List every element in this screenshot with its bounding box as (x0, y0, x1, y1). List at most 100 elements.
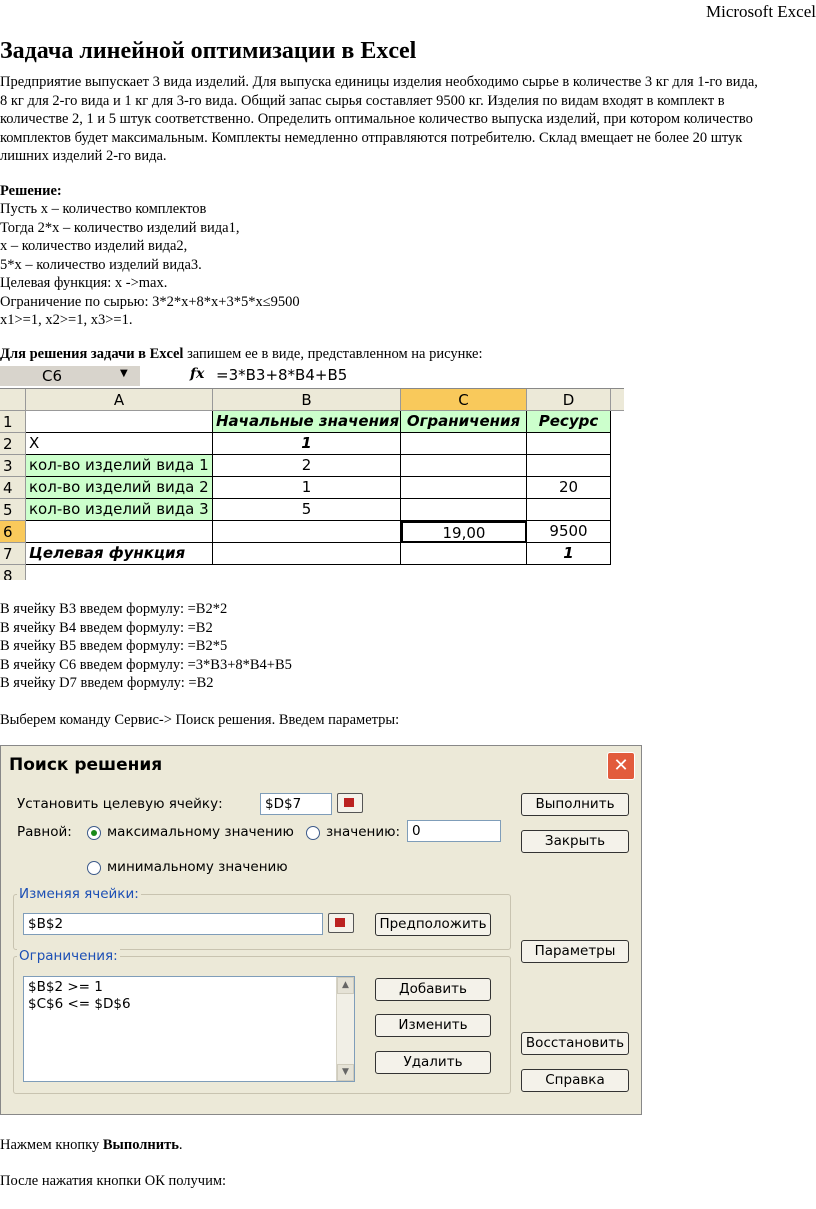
row-header[interactable]: 8 (0, 565, 26, 580)
formula-note: В ячейку B4 введем формулу: =B2 (0, 619, 213, 636)
page-header: Microsoft Excel (706, 2, 816, 21)
solution-line: x1>=1, x2>=1, x3>=1. (0, 312, 133, 328)
cell-b1[interactable]: Начальные значения (213, 411, 401, 433)
solution-heading: Решение: (0, 183, 62, 199)
cell-a2[interactable]: X (26, 433, 213, 455)
cell-c2[interactable] (401, 433, 527, 455)
press-note: Нажмем кнопку Выполнить. (0, 1137, 183, 1153)
radio-max-label[interactable]: максимальному значению (107, 824, 294, 840)
intro-line: лишних изделий 2-го вида. (0, 148, 167, 164)
cell-a1[interactable] (26, 411, 213, 433)
constraints-label: Ограничения: (17, 948, 120, 964)
solution-line: x – количество изделий вида2, (0, 238, 188, 254)
radio-value-label[interactable]: значению: (326, 824, 400, 840)
after-note: После нажатия кнопки ОК получим: (0, 1173, 227, 1189)
change-button[interactable]: Изменить (375, 1014, 491, 1037)
cell-b2[interactable]: 1 (213, 433, 401, 455)
fx-icon[interactable]: fx (190, 366, 204, 382)
name-box[interactable]: C6 ▼ (0, 366, 140, 386)
value-input[interactable]: 0 (407, 820, 501, 842)
guess-button[interactable]: Предположить (375, 913, 491, 936)
change-cells-input[interactable]: $B$2 (23, 913, 323, 935)
scroll-up-icon[interactable]: ▲ (337, 977, 354, 994)
scrollbar[interactable]: ▲ ▼ (336, 977, 354, 1081)
constraints-list[interactable]: $B$2 >= 1 $C$6 <= $D$6 ▲ ▼ (23, 976, 355, 1082)
cell-d6[interactable]: 9500 (527, 521, 611, 543)
row-header[interactable]: 5 (0, 499, 26, 521)
list-item[interactable]: $C$6 <= $D$6 (28, 996, 131, 1012)
row-header[interactable]: 2 (0, 433, 26, 455)
radio-min-label[interactable]: минимальному значению (107, 859, 288, 875)
row-header[interactable]: 3 (0, 455, 26, 477)
cell-b5[interactable]: 5 (213, 499, 401, 521)
radio-max[interactable] (87, 826, 101, 840)
cell-c5[interactable] (401, 499, 527, 521)
add-button[interactable]: Добавить (375, 978, 491, 1001)
solution-line: Ограничение по сырью: 3*2*x+8*x+3*5*x≤95… (0, 293, 300, 310)
cell-c6-selected[interactable]: 19,00 (401, 521, 527, 543)
cell-d2[interactable] (527, 433, 611, 455)
service-note: Выберем команду Сервис-> Поиск решения. … (0, 712, 400, 728)
solver-dialog: Поиск решения ✕ Установить целевую ячейк… (0, 745, 642, 1115)
row-header[interactable]: 4 (0, 477, 26, 499)
cell-c1[interactable]: Ограничения (401, 411, 527, 433)
row-header[interactable]: 1 (0, 411, 26, 433)
cell-a4[interactable]: кол-во изделий вида 2 (26, 477, 213, 499)
formula-bar: C6 ▼ fx =3*B3+8*B4+B5 (0, 364, 624, 389)
change-cells-label: Изменяя ячейки: (17, 886, 141, 902)
parameters-button[interactable]: Параметры (521, 940, 629, 963)
solution-line: 5*x – количество изделий вида3. (0, 256, 202, 273)
solution-line: Целевая функция: x ->max. (0, 275, 168, 291)
formula-note: В ячейку D7 введем формулу: =B2 (0, 675, 214, 691)
dropdown-arrow-icon[interactable]: ▼ (120, 368, 128, 379)
cell-c3[interactable] (401, 455, 527, 477)
cell-b4[interactable]: 1 (213, 477, 401, 499)
column-header[interactable]: D (527, 389, 611, 411)
scroll-down-icon[interactable]: ▼ (337, 1064, 354, 1081)
cell-c7[interactable] (401, 543, 527, 565)
cell-b6[interactable] (213, 521, 401, 543)
solution-line: Пусть x – количество комплектов (0, 201, 207, 217)
row-header[interactable]: 7 (0, 543, 26, 565)
dialog-title: Поиск решения (9, 755, 163, 775)
formula-note: В ячейку C6 введем формулу: =3*B3+8*B4+B… (0, 656, 292, 673)
target-cell-label: Установить целевую ячейку: (17, 796, 223, 812)
cell-a6[interactable] (26, 521, 213, 543)
intro-line: количестве 2, 1 и 5 штук соответственно.… (0, 111, 753, 127)
list-item[interactable]: $B$2 >= 1 (28, 979, 103, 995)
restore-button[interactable]: Восстановить (521, 1032, 629, 1055)
intro-line: Предприятие выпускает 3 вида изделий. Дл… (0, 74, 758, 90)
cell-a7[interactable]: Целевая функция (26, 543, 213, 565)
dialog-titlebar[interactable]: Поиск решения ✕ (1, 746, 641, 784)
column-header[interactable]: B (213, 389, 401, 411)
close-icon[interactable]: ✕ (607, 752, 635, 780)
corner-select-all[interactable] (0, 389, 26, 411)
row-header[interactable]: 6 (0, 521, 26, 543)
cell-d5[interactable] (527, 499, 611, 521)
delete-button[interactable]: Удалить (375, 1051, 491, 1074)
run-button[interactable]: Выполнить (521, 793, 629, 816)
formula-note: В ячейку B5 введем формулу: =B2*5 (0, 638, 228, 654)
cell-d1[interactable]: Ресурс (527, 411, 611, 433)
column-header[interactable]: A (26, 389, 213, 411)
collapse-dialog-icon[interactable] (328, 913, 354, 933)
collapse-dialog-icon[interactable] (337, 793, 363, 813)
cell-d3[interactable] (527, 455, 611, 477)
cell-a5[interactable]: кол-во изделий вида 3 (26, 499, 213, 521)
cell-a3[interactable]: кол-во изделий вида 1 (26, 455, 213, 477)
cell-b7[interactable] (213, 543, 401, 565)
cell-b3[interactable]: 2 (213, 455, 401, 477)
task-description: Предприятие выпускает 3 вида изделий. Дл… (0, 73, 816, 166)
cell-c4[interactable] (401, 477, 527, 499)
close-button[interactable]: Закрыть (521, 830, 629, 853)
intro-line: комплектов будет максимальным. Комплекты… (0, 129, 743, 146)
target-cell-input[interactable]: $D$7 (260, 793, 332, 815)
intro-line: 8 кг для 2-го вида и 1 кг для 3-го вида.… (0, 92, 725, 109)
radio-min[interactable] (87, 861, 101, 875)
radio-value[interactable] (306, 826, 320, 840)
help-button[interactable]: Справка (521, 1069, 629, 1092)
formula-input[interactable]: =3*B3+8*B4+B5 (216, 366, 347, 384)
cell-d4[interactable]: 20 (527, 477, 611, 499)
cell-d7[interactable]: 1 (527, 543, 611, 565)
column-header[interactable]: C (401, 389, 527, 411)
